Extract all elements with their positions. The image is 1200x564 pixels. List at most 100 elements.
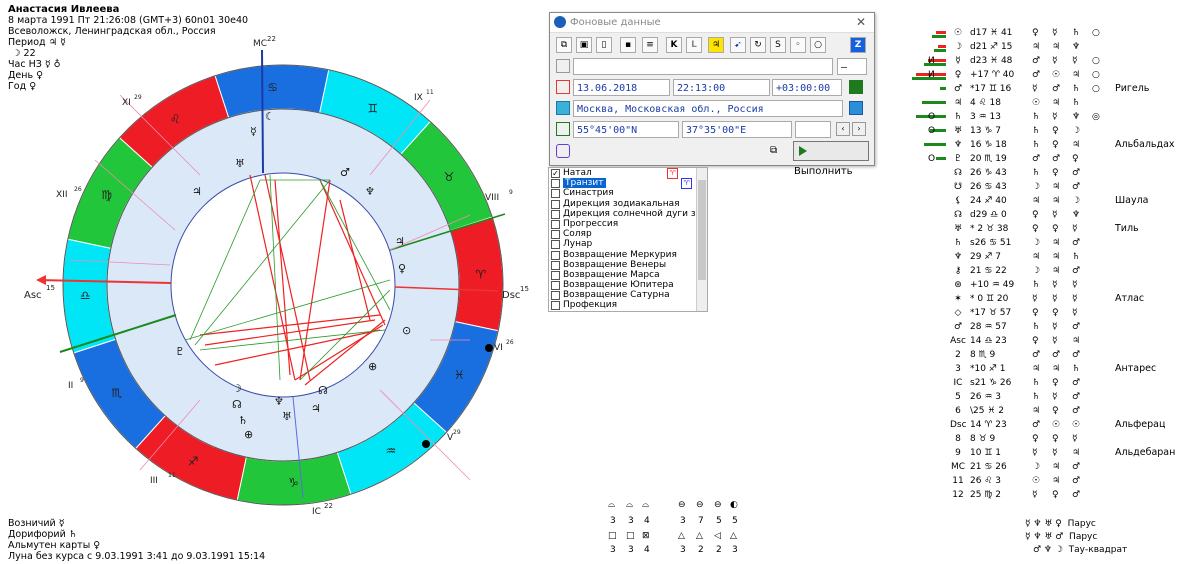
ic-label: IC [312,507,321,517]
chart-type-item[interactable]: Прогрессия [549,219,707,229]
paste-icon[interactable]: ▣ [576,37,592,53]
planet-row: ✶ * 0 ♊ 20 ☿ ☿ ☿ [924,292,1124,306]
aspect-symbol-icon: ⊖ [678,500,686,510]
map-icon[interactable] [849,101,863,115]
checkbox[interactable] [551,209,560,219]
calendar-icon[interactable] [556,80,570,94]
save-icon[interactable]: ▪ [620,37,636,53]
time-input[interactable]: 22:13:00 [673,79,770,96]
background-data-dialog[interactable]: Фоновые данные ✕ ⧉ ▣ ▯ ▪ ≡ K L ♃ ➹ ↻ S ◦… [549,12,875,177]
cusp-dot-icon [422,440,430,448]
list-scrollbar[interactable] [696,168,707,311]
latitude-input[interactable]: 55°45'00"N [573,121,679,138]
extra-input[interactable] [795,121,831,138]
settings-icon[interactable] [556,144,570,158]
chart-type-label: Натал [563,168,592,178]
planet-position: 16 ♑ 18 [970,140,1007,150]
planet-position: 8 ♏ 9 [970,350,996,360]
chart-type-item[interactable]: Соляр [549,229,707,240]
dot-icon[interactable]: ◦ [790,37,806,53]
z-button[interactable]: Z [850,37,866,53]
checkbox[interactable] [551,270,560,280]
planet-row: 12 25 ♍ 2 ☿ ♀ ♂ [924,488,1124,502]
checkbox[interactable] [551,301,560,311]
checkbox[interactable] [551,250,560,260]
checkbox[interactable] [551,281,560,291]
chart-type-item[interactable]: Транзит ♈ [549,178,707,190]
aspect-count: 3 [680,545,686,555]
longitude-input[interactable]: 37°35'00"E [682,121,792,138]
name-input[interactable] [573,58,833,75]
house-degree: 11 [168,472,176,479]
checkbox[interactable] [551,199,560,209]
planet-row: ◇ *17 ♉ 57 ♀ ♀ ☿ [924,306,1124,320]
jupiter-button[interactable]: ♃ [708,37,724,53]
sign-select[interactable]: – [837,58,867,75]
prev-arrow-icon[interactable]: ‹ [836,122,850,136]
clipboard-icon[interactable] [556,59,570,73]
chart-type-item[interactable]: Возвращение Сатурна [549,290,707,301]
chart-type-item[interactable]: Возвращение Венеры [549,260,707,270]
checkbox[interactable] [551,291,560,301]
tool-icon[interactable]: ➹ [730,37,746,53]
checkbox[interactable] [551,230,560,240]
l-button[interactable]: L [686,37,702,53]
timezone-input[interactable]: +03:00:00 [772,79,842,96]
planet-glyph-icon: ♂ [340,166,350,179]
flag-icon[interactable]: ≡ [642,37,658,53]
planet-row: ☊ 26 ♑ 43 ♄ ♀ ♂ [924,166,1124,180]
state-icon: ○ [1092,84,1100,94]
chart-type-item[interactable]: Профекция [549,300,707,311]
s-icon[interactable]: S [770,37,786,53]
chart-type-item[interactable]: Синастрия [549,188,707,199]
globe-icon[interactable] [556,101,570,115]
chart-type-item[interactable]: Возвращение Марса [549,270,707,280]
city-select[interactable]: Москва, Московская обл., Россия [573,100,843,117]
copy-data-icon[interactable]: ⧉ [770,145,784,159]
chart-type-item[interactable]: Лунар [549,239,707,250]
chart-type-item[interactable]: Дирекция зодиакальная [549,199,707,209]
checkbox[interactable] [551,240,560,250]
checkbox[interactable] [551,219,560,229]
checkbox[interactable] [551,179,560,189]
planet-symbol-icon: 8 [955,434,961,444]
house-label: III [150,476,158,486]
term-icon: ♄ [1072,364,1081,374]
planet-position: 13 ♑ 7 [970,126,1001,136]
term-icon: ♂ [1072,462,1081,472]
k-button[interactable]: K [666,37,682,53]
checkbox[interactable]: ✓ [551,169,560,178]
new-icon[interactable]: ▯ [596,37,612,53]
chart-type-item[interactable]: Возвращение Юпитера [549,280,707,291]
green-flag-icon[interactable] [849,80,863,94]
circle-icon[interactable]: ○ [810,37,826,53]
exalt-icon: ♃ [1052,182,1061,192]
run-button[interactable]: Выполнить [793,141,869,177]
sign-glyph-icon: ♋ [267,80,278,94]
scroll-thumb[interactable] [698,180,706,280]
chart-type-item[interactable]: Дирекция солнечной дуги зодиак [549,209,707,219]
chart-type-list[interactable]: ✓ Натал ♈ Транзит ♈ Синастрия Дирекция зодиака… [548,167,708,312]
checkbox[interactable] [551,260,560,270]
strength-bar [940,87,946,90]
dialog-titlebar[interactable]: Фоновые данные ✕ [550,13,874,33]
term-icon: ☿ [1072,308,1078,318]
chart-type-item[interactable]: Возвращение Меркурия [549,250,707,260]
exalt-icon: ♃ [1052,364,1061,374]
doriforiy-line: Дорифорий ♄ [8,529,78,540]
figure-planets: ☿ ♆ ♅ ♀ [1025,519,1062,529]
next-arrow-icon[interactable]: › [852,122,866,136]
planet-row: ♃ 4 ♌ 18 ☉ ♃ ♄ [922,96,1124,110]
copy-icon[interactable]: ⧉ [556,37,572,53]
house-label: VIII [485,193,499,203]
coords-icon[interactable] [556,122,570,136]
chart-type-item[interactable]: ✓ Натал ♈ [549,168,707,179]
date-input[interactable]: 13.06.2018 [573,79,670,96]
planet-position: 3 ♒ 13 [970,112,1001,122]
close-icon[interactable]: ✕ [856,15,866,29]
ruler-icon: ♀ [1032,308,1039,318]
chart-type-label: Возвращение Венеры [563,259,667,270]
circle-arrow-icon[interactable]: ↻ [750,37,766,53]
term-icon: ♂ [1072,392,1081,402]
checkbox[interactable] [551,189,560,199]
